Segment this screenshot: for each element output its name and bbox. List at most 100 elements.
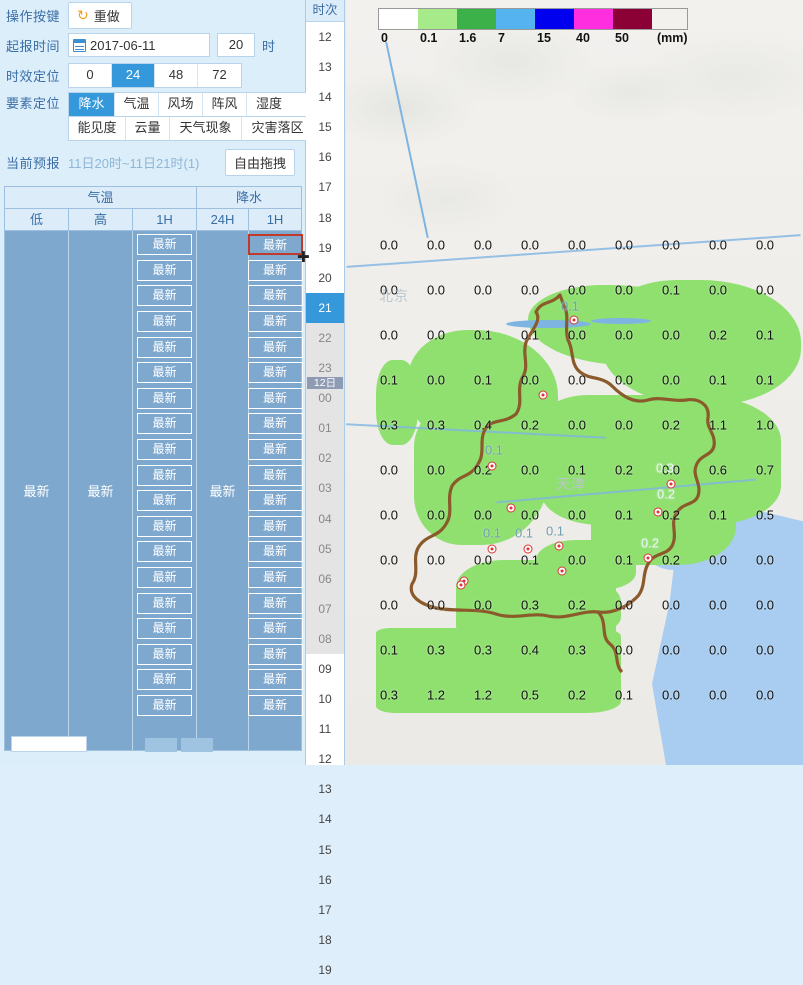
- lead-time-selector[interactable]: 0 24 48 72: [68, 62, 242, 88]
- lead-option-0[interactable]: 0: [69, 63, 112, 87]
- hour-cell-07-19[interactable]: 07: [306, 593, 344, 624]
- latest-button[interactable]: 最新: [247, 669, 303, 691]
- latest-button[interactable]: 最新: [247, 643, 303, 665]
- element-option-降水[interactable]: 降水: [69, 93, 115, 116]
- element-option-能见度[interactable]: 能见度: [69, 117, 126, 140]
- station-marker-icon[interactable]: [653, 507, 663, 517]
- hour-cell-19-7[interactable]: 19: [306, 233, 344, 263]
- footer-button-stub-2[interactable]: [181, 738, 213, 752]
- latest-button[interactable]: 最新: [247, 285, 303, 307]
- cell-temp-low[interactable]: 最新: [5, 231, 69, 750]
- latest-button[interactable]: 最新: [137, 592, 192, 614]
- element-row-1[interactable]: 降水 气温 风场 阵风 湿度: [68, 92, 314, 116]
- hour-cell-10-22[interactable]: 10: [306, 684, 344, 714]
- hour-cell-08-20[interactable]: 08: [306, 623, 344, 654]
- latest-button[interactable]: 最新: [247, 490, 303, 512]
- element-option-灾害落区[interactable]: 灾害落区: [242, 117, 313, 140]
- latest-button[interactable]: 最新: [247, 592, 303, 614]
- latest-button[interactable]: 最新: [137, 362, 192, 384]
- issue-date-input[interactable]: 2017-06-11: [68, 33, 210, 57]
- station-marker-icon[interactable]: [666, 479, 676, 489]
- hour-cell-15-27[interactable]: 15: [306, 835, 344, 865]
- station-marker-icon[interactable]: [487, 461, 497, 471]
- station-marker-icon[interactable]: [569, 315, 579, 325]
- latest-button[interactable]: 最新: [137, 413, 192, 435]
- element-option-风场[interactable]: 风场: [159, 93, 203, 116]
- latest-button[interactable]: 最新: [247, 336, 303, 358]
- hour-cell-19-31[interactable]: 19: [306, 955, 344, 985]
- latest-button[interactable]: 最新: [137, 567, 192, 589]
- hour-cell-00-12[interactable]: 00 12日: [306, 377, 344, 414]
- latest-button[interactable]: 最新: [137, 515, 192, 537]
- element-option-气温[interactable]: 气温: [115, 93, 159, 116]
- latest-button[interactable]: 最新: [247, 515, 303, 537]
- hour-cell-06-18[interactable]: 06: [306, 563, 344, 594]
- element-option-湿度[interactable]: 湿度: [247, 93, 291, 116]
- latest-button[interactable]: 最新: [247, 439, 303, 461]
- latest-button[interactable]: 最新: [137, 618, 192, 640]
- latest-button[interactable]: 最新: [247, 413, 303, 435]
- latest-button[interactable]: 最新: [137, 387, 192, 409]
- hour-cell-01-13[interactable]: 01: [306, 413, 344, 444]
- element-row-2[interactable]: 能见度 云量 天气现象 灾害落区: [68, 116, 314, 141]
- latest-button[interactable]: 最新: [247, 311, 303, 333]
- latest-button[interactable]: 最新: [137, 694, 192, 716]
- station-marker-icon[interactable]: [523, 544, 533, 554]
- latest-button[interactable]: 最新: [137, 490, 192, 512]
- latest-button[interactable]: 最新: [137, 669, 192, 691]
- latest-button[interactable]: 最新: [137, 464, 192, 486]
- station-marker-icon[interactable]: [506, 503, 516, 513]
- latest-button[interactable]: 最新: [137, 643, 192, 665]
- latest-button[interactable]: 最新: [247, 387, 303, 409]
- hour-cell-18-6[interactable]: 18: [306, 203, 344, 233]
- latest-button[interactable]: 最新: [247, 362, 303, 384]
- latest-button[interactable]: 最新: [137, 259, 192, 281]
- precipitation-map[interactable]: 0 0.1 1.6 7 15 40 50 (mm) 0.0 0.0 0.0 0.0 0.0 0.0 0.0…: [346, 0, 803, 765]
- latest-button[interactable]: 最新: [137, 311, 192, 333]
- latest-button[interactable]: 最新: [247, 541, 303, 563]
- redo-button[interactable]: ↻ 重做: [68, 1, 132, 29]
- latest-button[interactable]: 最新: [137, 541, 192, 563]
- hour-cell-14-2[interactable]: 14: [306, 82, 344, 112]
- hour-cell-05-17[interactable]: 05: [306, 533, 344, 564]
- station-marker-icon[interactable]: [538, 390, 548, 400]
- hour-cell-12-24[interactable]: 12: [306, 744, 344, 774]
- station-marker-icon[interactable]: [487, 544, 497, 554]
- cell-prec-24h[interactable]: 最新: [197, 231, 249, 750]
- hour-cell-21-9[interactable]: 21: [306, 292, 344, 323]
- hour-cell-18-30[interactable]: 18: [306, 925, 344, 955]
- issue-hour-input[interactable]: 20: [217, 33, 255, 57]
- latest-button[interactable]: 最新: [137, 439, 192, 461]
- latest-button[interactable]: 最新: [137, 234, 192, 256]
- hour-cell-16-28[interactable]: 16: [306, 865, 344, 895]
- footer-input-stub[interactable]: [11, 736, 87, 752]
- lead-option-48[interactable]: 48: [155, 63, 198, 87]
- hour-cell-14-26[interactable]: 14: [306, 804, 344, 834]
- hour-cell-09-21[interactable]: 09: [306, 654, 344, 684]
- latest-button[interactable]: 最新: [247, 694, 303, 716]
- latest-button[interactable]: 最新: [247, 618, 303, 640]
- station-marker-icon[interactable]: [456, 580, 466, 590]
- hour-cell-20-8[interactable]: 20: [306, 263, 344, 293]
- hour-cell-13-1[interactable]: 13: [306, 52, 344, 82]
- latest-button[interactable]: 最新: [247, 464, 303, 486]
- cell-temp-high[interactable]: 最新: [69, 231, 133, 750]
- station-marker-icon[interactable]: [557, 566, 567, 576]
- station-marker-icon[interactable]: [554, 541, 564, 551]
- hour-cell-11-23[interactable]: 11: [306, 714, 344, 744]
- hour-cell-13-25[interactable]: 13: [306, 774, 344, 804]
- latest-button[interactable]: 最新: [247, 234, 303, 256]
- lead-option-24[interactable]: 24: [112, 63, 155, 87]
- latest-button[interactable]: 最新: [247, 567, 303, 589]
- hour-cell-04-16[interactable]: 04: [306, 503, 344, 534]
- latest-button[interactable]: 最新: [137, 285, 192, 307]
- lead-option-72[interactable]: 72: [198, 64, 241, 87]
- hour-cell-17-5[interactable]: 17: [306, 172, 344, 202]
- element-option-云量[interactable]: 云量: [126, 117, 170, 140]
- element-option-天气现象[interactable]: 天气现象: [170, 117, 242, 140]
- hour-cell-03-15[interactable]: 03: [306, 473, 344, 504]
- hour-cell-17-29[interactable]: 17: [306, 895, 344, 925]
- hour-cell-12-0[interactable]: 12: [306, 22, 344, 52]
- latest-button[interactable]: 最新: [247, 259, 303, 281]
- footer-button-stub-1[interactable]: [145, 738, 177, 752]
